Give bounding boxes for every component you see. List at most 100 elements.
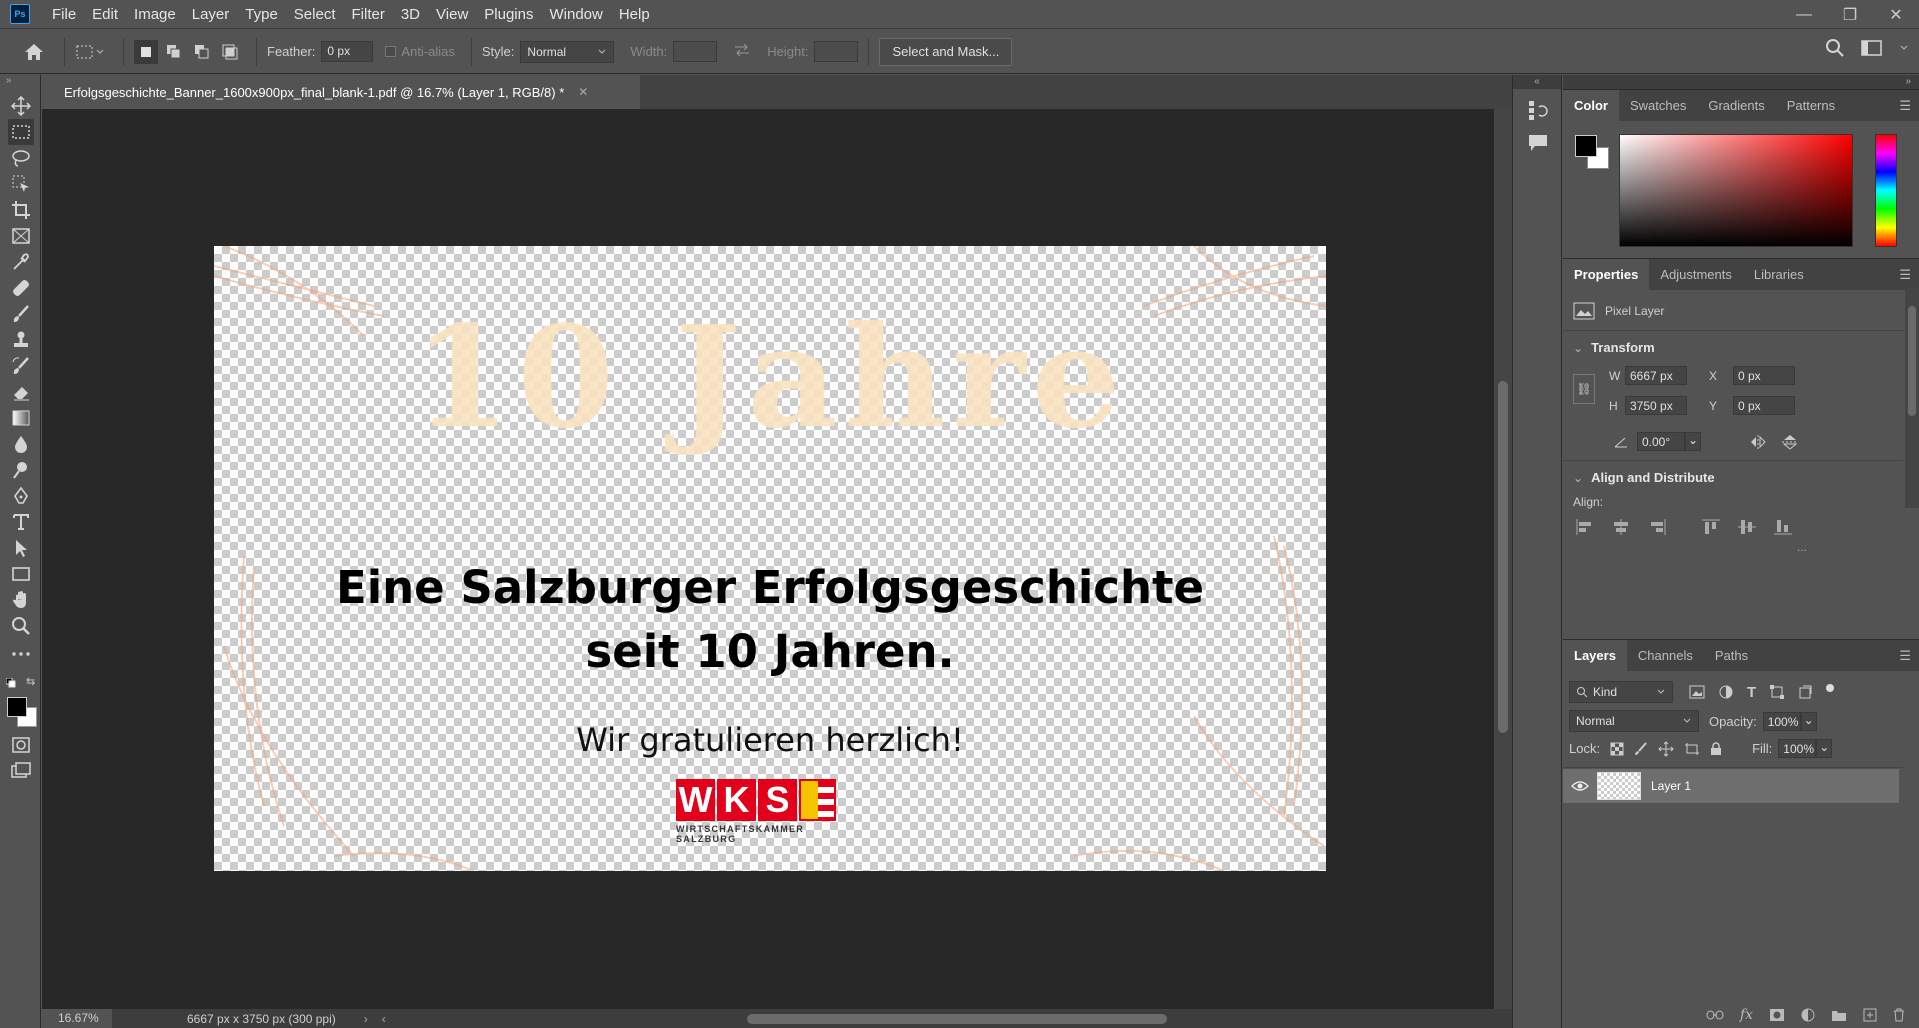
blend-mode-select[interactable]: Normal (1569, 710, 1699, 732)
eye-icon[interactable] (1571, 780, 1589, 792)
add-mask-icon[interactable] (1769, 1008, 1785, 1022)
gradient-tool-icon[interactable] (8, 405, 34, 431)
align-left-edges-icon[interactable] (1575, 518, 1595, 536)
more-tools-icon[interactable] (8, 641, 34, 667)
chevron-down-icon[interactable]: ⌄ (1573, 341, 1583, 355)
home-icon[interactable] (14, 43, 54, 61)
menu-filter[interactable]: Filter (344, 0, 393, 29)
y-field[interactable]: 0 px (1733, 396, 1795, 415)
horizontal-scroll-thumb[interactable] (747, 1014, 1167, 1024)
layer-name[interactable]: Layer 1 (1651, 779, 1691, 793)
menu-edit[interactable]: Edit (84, 0, 126, 29)
align-bottom-edges-icon[interactable] (1773, 518, 1793, 536)
dodge-tool-icon[interactable] (8, 457, 34, 483)
lock-position-icon[interactable] (1658, 740, 1674, 757)
marquee-preset-icon[interactable] (75, 44, 105, 60)
panel-menu-icon[interactable]: ☰ (1899, 98, 1911, 114)
x-field[interactable]: 0 px (1733, 366, 1795, 385)
lasso-tool-icon[interactable] (8, 145, 34, 171)
tab-swatches[interactable]: Swatches (1619, 90, 1697, 121)
filter-toggle-icon[interactable] (1826, 684, 1835, 692)
feather-input[interactable]: 0 px (321, 41, 374, 62)
angle-field[interactable]: 0.00° (1637, 432, 1685, 451)
link-layers-icon[interactable] (1706, 1009, 1724, 1021)
opacity-field[interactable]: 100% (1762, 711, 1801, 731)
filter-adjustment-layer-icon[interactable] (1719, 685, 1733, 699)
subtract-from-selection-icon[interactable] (190, 40, 214, 64)
align-top-edges-icon[interactable] (1701, 518, 1721, 536)
lock-artboard-icon[interactable] (1684, 742, 1700, 756)
pen-tool-icon[interactable] (8, 483, 34, 509)
chevron-down-icon[interactable]: ⌄ (1685, 432, 1701, 451)
color-foreground-swatch[interactable] (1575, 135, 1597, 157)
menu-help[interactable]: Help (611, 0, 658, 29)
default-colors-icon[interactable] (5, 676, 16, 691)
height-input[interactable] (814, 41, 859, 62)
tab-properties[interactable]: Properties (1563, 259, 1650, 290)
filter-type-layer-icon[interactable]: T (1747, 684, 1756, 701)
tab-layers[interactable]: Layers (1563, 640, 1627, 671)
search-icon[interactable] (1825, 38, 1845, 58)
screen-mode-icon[interactable] (8, 758, 34, 784)
close-tab-icon[interactable]: ✕ (578, 85, 588, 99)
history-panel-icon[interactable] (1527, 99, 1549, 124)
quick-mask-icon[interactable] (8, 732, 34, 758)
object-selection-tool-icon[interactable] (8, 171, 34, 197)
properties-scrollbar[interactable] (1905, 288, 1919, 508)
delete-layer-icon[interactable] (1893, 1008, 1905, 1022)
restore-icon[interactable]: ❐ (1827, 0, 1873, 29)
new-layer-icon[interactable] (1863, 1008, 1877, 1022)
strip-collapse-icon[interactable]: « (1513, 75, 1561, 89)
chevron-right-icon[interactable]: › (364, 1012, 368, 1026)
canvas-area[interactable]: 10 Jahre Eine Salzburger Erfolgsgeschich… (42, 109, 1494, 1009)
swap-icon[interactable] (733, 43, 751, 60)
new-group-icon[interactable] (1831, 1008, 1847, 1022)
width-field[interactable]: 6667 px (1625, 366, 1687, 385)
flip-vertical-icon[interactable] (1781, 434, 1799, 450)
rectangular-marquee-tool-icon[interactable] (8, 119, 34, 145)
eyedropper-tool-icon[interactable] (8, 249, 34, 275)
frame-tool-icon[interactable] (8, 223, 34, 249)
document-tab[interactable]: Erfolgsgeschichte_Banner_1600x900px_fina… (42, 75, 640, 109)
properties-scroll-thumb[interactable] (1908, 306, 1916, 416)
menu-plugins[interactable]: Plugins (476, 0, 541, 29)
close-icon[interactable]: ✕ (1873, 0, 1919, 29)
height-field[interactable]: 3750 px (1625, 396, 1687, 415)
width-input[interactable] (673, 41, 718, 62)
hand-tool-icon[interactable] (8, 587, 34, 613)
align-horizontal-centers-icon[interactable] (1611, 518, 1631, 536)
comments-panel-icon[interactable] (1527, 133, 1549, 156)
eraser-tool-icon[interactable] (8, 379, 34, 405)
swap-colors-icon[interactable]: ⇆ (26, 675, 35, 688)
clone-stamp-tool-icon[interactable] (8, 327, 34, 353)
add-to-selection-icon[interactable] (162, 40, 186, 64)
select-and-mask-button[interactable]: Select and Mask... (879, 37, 1013, 66)
more-options[interactable]: ... (1797, 540, 1807, 554)
type-tool-icon[interactable] (8, 509, 34, 535)
healing-brush-tool-icon[interactable] (8, 275, 34, 301)
chevron-down-icon[interactable]: ⌄ (1816, 739, 1833, 758)
lock-image-pixels-icon[interactable] (1634, 741, 1648, 756)
tab-paths[interactable]: Paths (1704, 640, 1759, 671)
layer-filter-select[interactable]: Kind (1569, 681, 1673, 703)
layer-effects-icon[interactable]: fx (1740, 1007, 1753, 1023)
chevron-down-icon[interactable]: ⌄ (1800, 711, 1817, 731)
tab-color[interactable]: Color (1563, 90, 1619, 121)
link-dimensions-icon[interactable]: ⛓ (1573, 374, 1595, 404)
tab-gradients[interactable]: Gradients (1697, 90, 1775, 121)
tab-channels[interactable]: Channels (1627, 640, 1704, 671)
chevron-down-icon[interactable] (1899, 43, 1909, 53)
foreground-color-swatch[interactable] (7, 697, 27, 717)
zoom-level[interactable]: 16.67% (42, 1009, 112, 1028)
filter-smart-object-icon[interactable] (1798, 685, 1812, 699)
menu-view[interactable]: View (428, 0, 476, 29)
menu-layer[interactable]: Layer (184, 0, 238, 29)
rectangle-tool-icon[interactable] (8, 561, 34, 587)
tab-patterns[interactable]: Patterns (1776, 90, 1846, 121)
flip-horizontal-icon[interactable] (1749, 434, 1767, 450)
align-right-edges-icon[interactable] (1647, 518, 1667, 536)
style-select[interactable]: Normal (520, 40, 615, 63)
history-brush-tool-icon[interactable] (8, 353, 34, 379)
panels-collapse-icon[interactable]: » (1563, 75, 1919, 89)
filter-pixel-layer-icon[interactable] (1689, 685, 1705, 699)
